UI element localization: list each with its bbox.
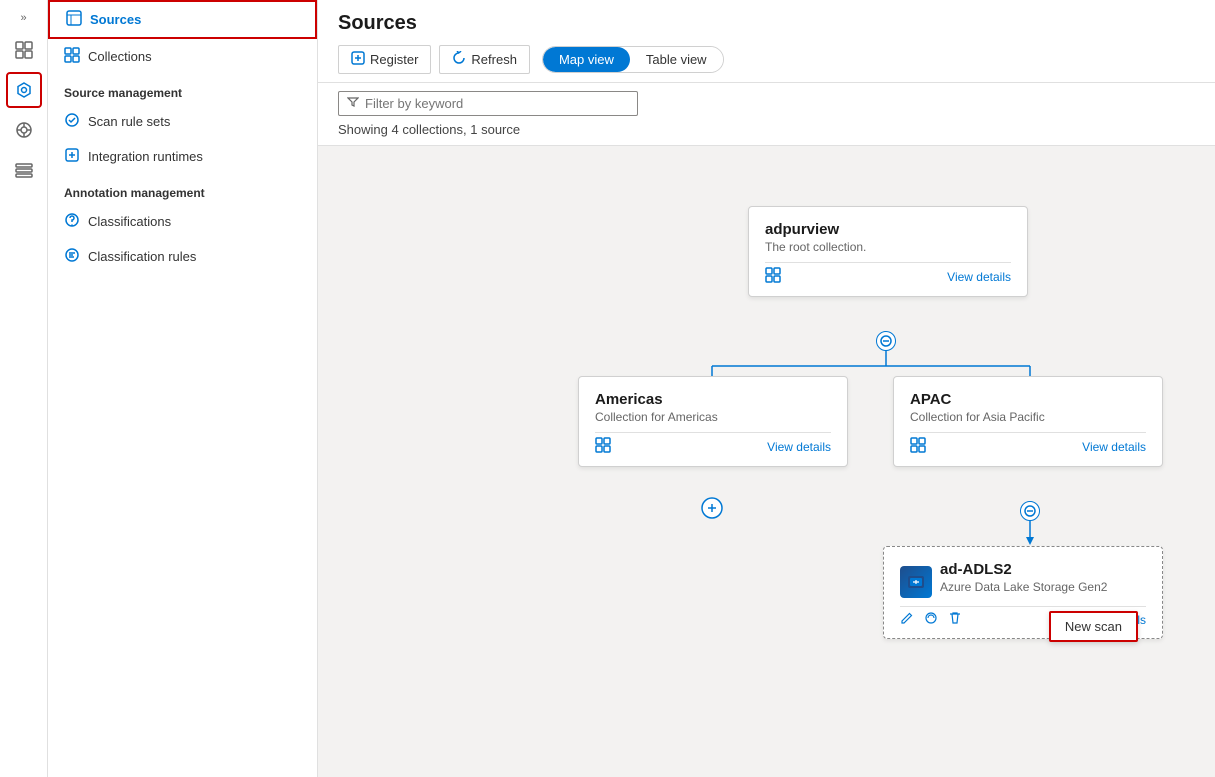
source-count: Showing 4 collections, 1 source (338, 122, 1195, 137)
apac-card-footer: View details (910, 437, 1146, 456)
source-title-wrap: ad-ADLS2 Azure Data Lake Storage Gen2 (940, 561, 1107, 602)
source-management-section: Source management (48, 74, 317, 104)
source-header: ad-ADLS2 Azure Data Lake Storage Gen2 (900, 561, 1146, 602)
apac-card-title: APAC (910, 391, 1146, 408)
management-nav-item[interactable] (6, 152, 42, 188)
root-card-title: adpurview (765, 221, 1011, 238)
americas-card-divider (595, 432, 831, 433)
americas-view-details-link[interactable]: View details (767, 440, 831, 454)
source-card-title: ad-ADLS2 (940, 561, 1107, 578)
filter-input[interactable] (365, 96, 629, 111)
new-scan-popup[interactable]: New scan (1049, 611, 1138, 642)
classifications-icon (64, 212, 80, 231)
sidebar-item-classification-rules[interactable]: Classification rules (48, 239, 317, 274)
collapse-apac-button[interactable] (1020, 501, 1040, 521)
source-card-inner: ad-ADLS2 Azure Data Lake Storage Gen2 (900, 561, 1146, 628)
source-card-adls2: ad-ADLS2 Azure Data Lake Storage Gen2 (883, 546, 1163, 639)
sidebar-sources-label: Sources (90, 12, 141, 27)
source-card-subtitle: Azure Data Lake Storage Gen2 (940, 580, 1107, 594)
refresh-icon (452, 51, 466, 68)
sidebar-integration-runtimes-label: Integration runtimes (88, 149, 203, 164)
root-collection-card: adpurview The root collection. View deta… (748, 206, 1028, 297)
view-toggle: Map view Table view (542, 46, 724, 73)
americas-card-subtitle: Collection for Americas (595, 410, 831, 424)
apac-view-details-link[interactable]: View details (1082, 440, 1146, 454)
annotation-management-section: Annotation management (48, 174, 317, 204)
table-view-button[interactable]: Table view (630, 47, 723, 72)
sidebar-item-integration-runtimes[interactable]: Integration runtimes (48, 139, 317, 174)
root-card-footer: View details (765, 267, 1011, 286)
page-title: Sources (338, 12, 1195, 35)
adls2-icon (900, 566, 932, 598)
filter-input-wrap (338, 91, 638, 116)
register-label: Register (370, 52, 418, 67)
sidebar-item-classifications[interactable]: Classifications (48, 204, 317, 239)
source-card-divider (900, 606, 1146, 607)
home-nav-item[interactable] (6, 32, 42, 68)
refresh-button[interactable]: Refresh (439, 45, 530, 74)
icon-rail: » (0, 0, 48, 777)
map-view-button[interactable]: Map view (543, 47, 630, 72)
filter-icon (347, 96, 359, 111)
sidebar-item-scan-rule-sets[interactable]: Scan rule sets (48, 104, 317, 139)
americas-grid-icon (595, 437, 611, 456)
sidebar-collections-label: Collections (88, 49, 152, 64)
sidebar-item-sources[interactable]: Sources (48, 0, 317, 39)
main-content: Sources Register Refresh (318, 0, 1215, 777)
filter-bar: Showing 4 collections, 1 source (318, 83, 1215, 146)
sidebar-classifications-label: Classifications (88, 214, 171, 229)
sources-icon (66, 10, 82, 29)
americas-collection-card: Americas Collection for Americas View de… (578, 376, 848, 467)
sidebar: Sources Collections Source management Sc… (48, 0, 318, 777)
integration-runtimes-icon (64, 147, 80, 166)
catalog-nav-item[interactable] (6, 72, 42, 108)
americas-card-title: Americas (595, 391, 831, 408)
apac-grid-icon (910, 437, 926, 456)
classification-rules-icon (64, 247, 80, 266)
scan-icon[interactable] (924, 611, 938, 628)
delete-icon[interactable] (948, 611, 962, 628)
register-icon (351, 51, 365, 68)
root-grid-icon (765, 267, 781, 286)
insights-nav-item[interactable] (6, 112, 42, 148)
root-view-details-link[interactable]: View details (947, 270, 1011, 284)
root-card-divider (765, 262, 1011, 263)
americas-card-footer: View details (595, 437, 831, 456)
edit-icon[interactable] (900, 611, 914, 628)
action-icons (900, 611, 962, 628)
scan-rule-sets-icon (64, 112, 80, 131)
map-area: adpurview The root collection. View deta… (318, 146, 1215, 777)
main-header: Sources Register Refresh (318, 0, 1215, 83)
collapse-root-button[interactable] (876, 331, 896, 351)
collections-icon (64, 47, 80, 66)
toolbar: Register Refresh Map view Table view (338, 45, 1195, 74)
register-button[interactable]: Register (338, 45, 431, 74)
collapse-rail-btn[interactable]: » (6, 8, 42, 28)
apac-card-subtitle: Collection for Asia Pacific (910, 410, 1146, 424)
sidebar-item-collections[interactable]: Collections (48, 39, 317, 74)
root-card-subtitle: The root collection. (765, 240, 1011, 254)
sidebar-classification-rules-label: Classification rules (88, 249, 196, 264)
apac-card-divider (910, 432, 1146, 433)
apac-collection-card: APAC Collection for Asia Pacific View de… (893, 376, 1163, 467)
refresh-label: Refresh (471, 52, 517, 67)
sidebar-scan-rule-sets-label: Scan rule sets (88, 114, 170, 129)
